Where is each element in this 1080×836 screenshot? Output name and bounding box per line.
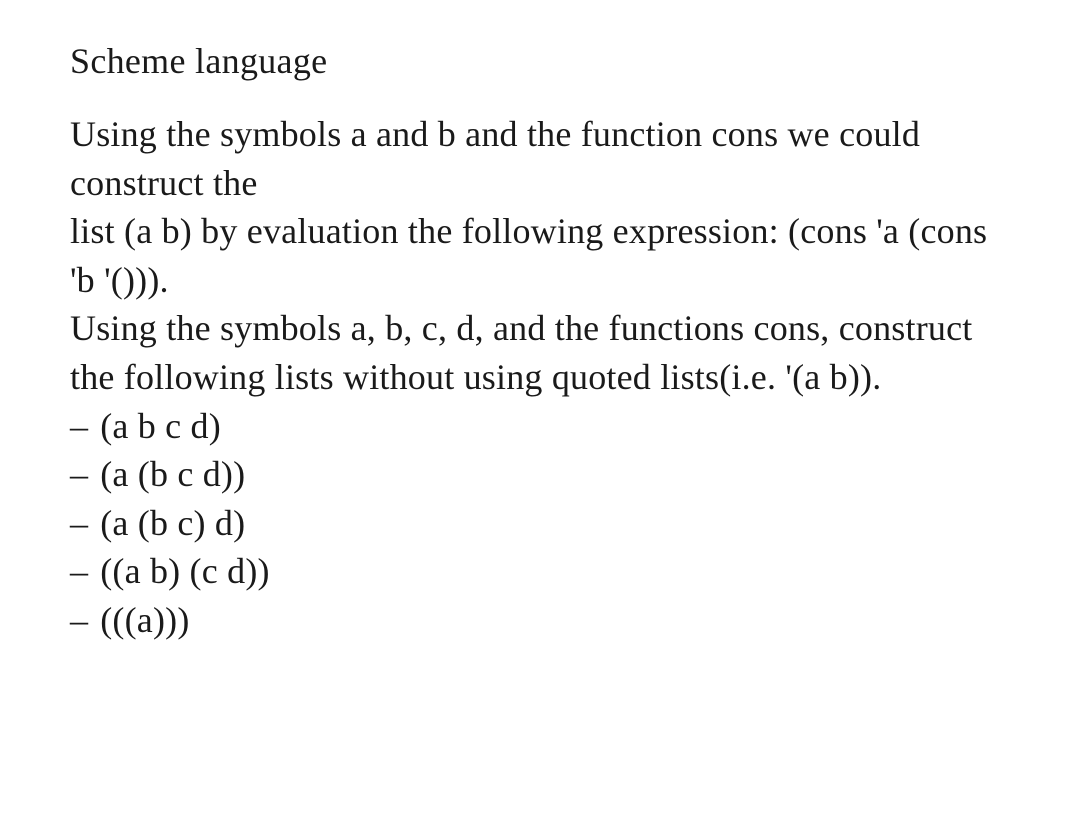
- bullet-icon: –: [70, 450, 88, 499]
- bullet-icon: –: [70, 547, 88, 596]
- list-item-text: ((a b) (c d)): [100, 547, 270, 596]
- list-item: – (a (b c d)): [70, 450, 1020, 499]
- list-item-text: (((a))): [100, 596, 189, 645]
- list-item: – (a b c d): [70, 402, 1020, 451]
- list-item-text: (a b c d): [100, 402, 221, 451]
- list-item: – ((a b) (c d)): [70, 547, 1020, 596]
- bullet-icon: –: [70, 402, 88, 451]
- bullet-icon: –: [70, 596, 88, 645]
- intro-line-1: Using the symbols a and b and the functi…: [70, 110, 1020, 207]
- list-item-text: (a (b c d)): [100, 450, 245, 499]
- intro-paragraph: Using the symbols a and b and the functi…: [70, 110, 1020, 402]
- intro-line-3: Using the symbols a, b, c, d, and the fu…: [70, 304, 1020, 401]
- exercise-list: – (a b c d) – (a (b c d)) – (a (b c) d) …: [70, 402, 1020, 645]
- page-title: Scheme language: [70, 40, 1020, 82]
- list-item: – (a (b c) d): [70, 499, 1020, 548]
- intro-line-2: list (a b) by evaluation the following e…: [70, 207, 1020, 304]
- list-item-text: (a (b c) d): [100, 499, 245, 548]
- list-item: – (((a))): [70, 596, 1020, 645]
- bullet-icon: –: [70, 499, 88, 548]
